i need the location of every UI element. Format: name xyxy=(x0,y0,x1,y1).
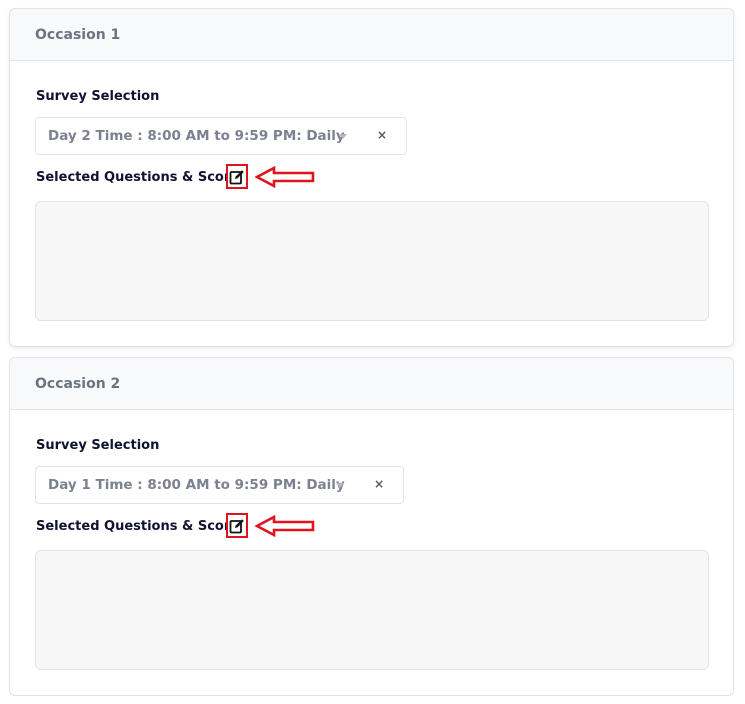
survey-select[interactable]: Day 2 Time : 8:00 AM to 9:59 PM: Daily × xyxy=(35,117,407,155)
edit-questions-button[interactable] xyxy=(226,513,248,538)
dropdown-caret-icon[interactable] xyxy=(339,134,347,139)
clear-selection-icon[interactable]: × xyxy=(377,128,387,142)
survey-select-value: Day 1 Time : 8:00 AM to 9:59 PM: Daily xyxy=(48,477,345,493)
occasion-header: Occasion 2 xyxy=(10,358,733,410)
occasion-card-2: Occasion 2 Survey Selection Day 1 Time :… xyxy=(9,357,734,696)
occasion-card-1: Occasion 1 Survey Selection Day 2 Time :… xyxy=(9,8,734,347)
selected-questions-textarea[interactable] xyxy=(35,550,709,670)
survey-selection-label: Survey Selection xyxy=(36,438,160,453)
edit-icon xyxy=(229,518,244,533)
survey-select-value: Day 2 Time : 8:00 AM to 9:59 PM: Daily xyxy=(48,128,345,144)
selected-questions-label: Selected Questions & Scores xyxy=(36,169,247,185)
occasion-title: Occasion 1 xyxy=(35,26,121,43)
questions-row: Selected Questions & Scores xyxy=(36,164,315,189)
edit-questions-button[interactable] xyxy=(226,164,248,189)
selected-questions-label: Selected Questions & Scores xyxy=(36,518,247,534)
annotation-arrow-icon xyxy=(255,166,315,188)
questions-row: Selected Questions & Scores xyxy=(36,513,315,538)
selected-questions-textarea[interactable] xyxy=(35,201,709,321)
occasion-header: Occasion 1 xyxy=(10,9,733,61)
dropdown-caret-icon[interactable] xyxy=(336,483,344,488)
annotation-arrow-icon xyxy=(255,515,315,537)
survey-selection-label: Survey Selection xyxy=(36,89,160,104)
survey-select[interactable]: Day 1 Time : 8:00 AM to 9:59 PM: Daily × xyxy=(35,466,404,504)
occasion-title: Occasion 2 xyxy=(35,375,121,392)
clear-selection-icon[interactable]: × xyxy=(374,477,384,491)
edit-icon xyxy=(229,169,244,184)
